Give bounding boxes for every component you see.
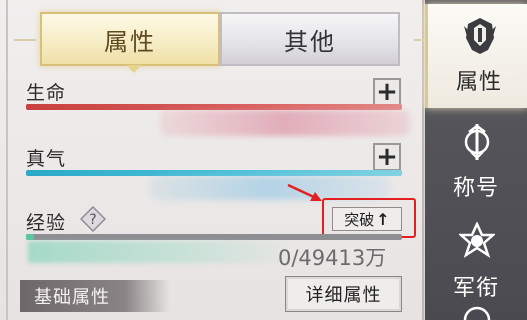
qi-label: 真气 <box>26 148 67 170</box>
nav-label-rank: 军衔 <box>452 276 499 301</box>
star-emblem-icon <box>459 222 495 262</box>
nav-item-more[interactable] <box>425 300 527 320</box>
experience-bar <box>26 234 402 240</box>
life-label: 生命 <box>26 82 67 104</box>
attribute-panel: 属性 其他 生命 + 真气 + 经验 ? 突破 ↑ 0/49413万 基础属性 … <box>0 0 436 320</box>
experience-value: 0/49413万 <box>278 246 387 270</box>
highlight-box <box>322 198 416 238</box>
tab-attributes[interactable]: 属性 <box>40 12 220 73</box>
nav-label-attributes: 属性 <box>455 70 502 95</box>
nav-item-attributes[interactable]: 属性 <box>425 4 527 108</box>
help-icon[interactable]: ? <box>80 206 106 232</box>
experience-detail-blurred <box>28 241 288 263</box>
tab-other[interactable]: 其他 <box>220 12 400 66</box>
basic-attributes-header: 基础属性 <box>20 280 170 312</box>
sword-emblem-icon <box>459 122 495 162</box>
life-add-button[interactable]: + <box>373 78 401 106</box>
side-navigation: 属性 称号 军衔 <box>425 0 527 320</box>
helmet-icon <box>462 16 498 56</box>
experience-bar-fill <box>26 234 34 240</box>
emblem-icon <box>459 302 495 320</box>
qi-value-blurred <box>150 176 390 200</box>
experience-label: 经验 <box>26 212 67 234</box>
life-value-blurred <box>160 110 410 136</box>
tab-bar: 属性 其他 <box>14 12 436 73</box>
tab-decoration-left <box>14 39 36 41</box>
pointer-arrow-icon <box>287 183 322 201</box>
detail-attributes-button[interactable]: 详细属性 <box>285 276 402 312</box>
svg-text:?: ? <box>89 212 96 228</box>
nav-item-title[interactable]: 称号 <box>425 110 527 210</box>
nav-item-rank[interactable]: 军衔 <box>425 210 527 310</box>
qi-add-button[interactable]: + <box>373 143 401 171</box>
nav-label-title: 称号 <box>452 176 499 201</box>
